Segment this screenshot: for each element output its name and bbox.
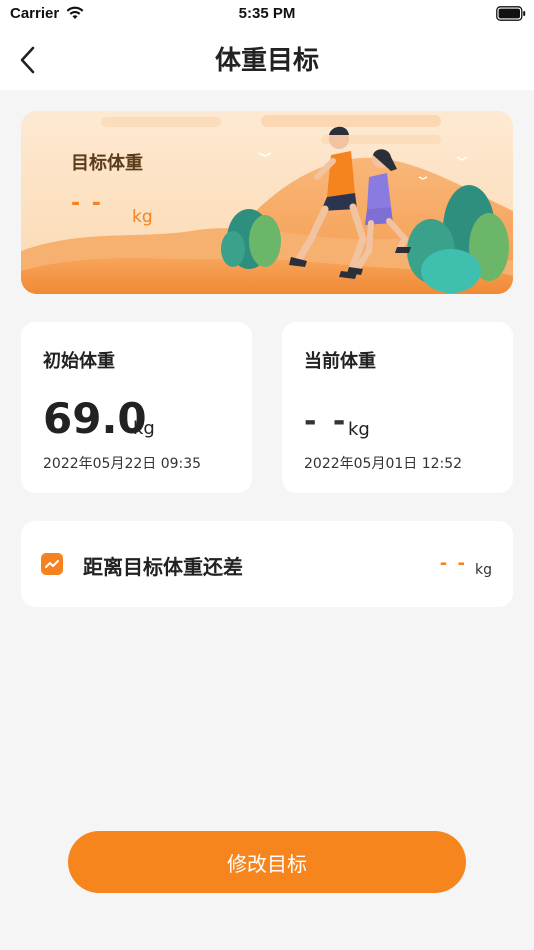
current-weight-value: - - [304,404,349,439]
trend-chart-icon [41,553,63,575]
initial-weight-value: 69.0 [43,394,147,443]
weight-difference-card: 距离目标体重还差 - - kg [21,521,513,607]
target-weight-value: - - [71,191,103,216]
clock: 5:35 PM [238,5,296,22]
difference-value: - - [439,553,467,574]
target-weight-unit: kg [132,207,153,227]
status-bar: Carrier 5:35 PM [0,0,534,30]
current-weight-card: 当前体重 - - kg 2022年05月01日 12:52 [282,322,513,493]
page-title: 体重目标 [214,46,319,76]
initial-weight-card: 初始体重 69.0 kg 2022年05月22日 09:35 [21,322,252,493]
difference-unit: kg [475,562,492,578]
current-weight-date: 2022年05月01日 12:52 [304,456,463,472]
battery-icon [496,6,526,21]
difference-label: 距离目标体重还差 [83,555,243,579]
current-weight-label: 当前体重 [304,351,376,372]
initial-weight-date: 2022年05月22日 09:35 [43,456,202,472]
initial-weight-unit: kg [133,418,155,439]
current-weight-unit: kg [348,419,370,440]
modify-target-button[interactable]: 修改目标 [68,831,466,893]
target-weight-banner: 目标体重 - - kg [21,111,513,294]
initial-weight-label: 初始体重 [43,351,115,372]
target-weight-label: 目标体重 [71,153,143,174]
nav-bar: 体重目标 [0,30,534,90]
